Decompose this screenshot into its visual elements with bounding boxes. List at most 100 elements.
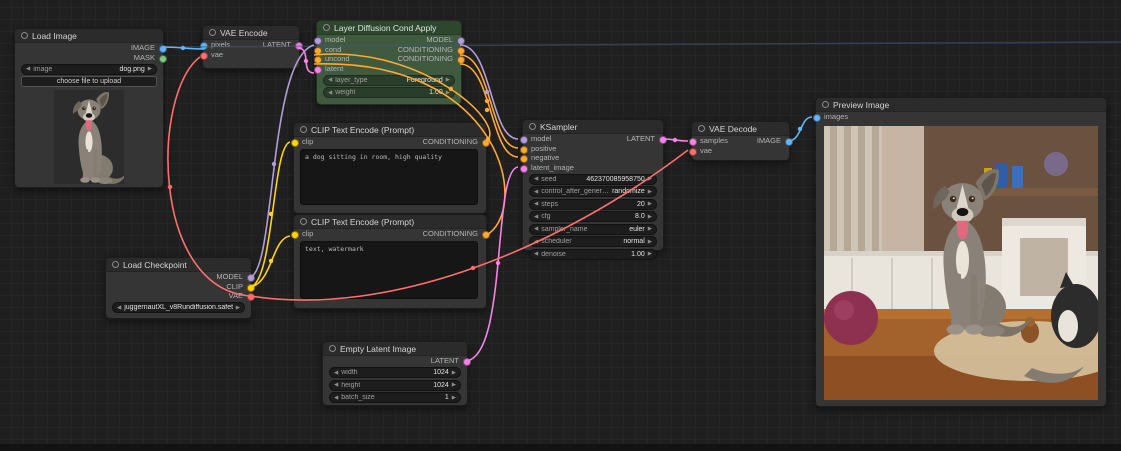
node-clip-text-encode-negative[interactable]: CLIP Text Encode (Prompt) clip CONDITION… (293, 214, 487, 309)
next-arrow-icon[interactable]: ▶ (648, 176, 652, 182)
prev-arrow-icon[interactable]: ◀ (334, 382, 338, 388)
node-load-image-header[interactable]: Load Image (15, 29, 163, 43)
sampler-name-widget[interactable]: ◀ sampler_name euler ▶ (529, 224, 657, 235)
collapse-dot-icon[interactable] (112, 261, 119, 268)
steps-widget[interactable]: ◀ steps 20 ▶ (529, 199, 657, 210)
slot-row: vae (692, 146, 789, 156)
node-clip-positive-header[interactable]: CLIP Text Encode (Prompt) (294, 123, 486, 137)
next-arrow-icon[interactable]: ▶ (648, 251, 652, 257)
node-vae-encode-header[interactable]: VAE Encode (203, 26, 299, 40)
next-arrow-icon[interactable]: ▶ (148, 66, 152, 72)
mask-output-dot[interactable] (159, 55, 167, 63)
slot-row: cond CONDITIONING (317, 45, 461, 55)
next-arrow-icon[interactable]: ▶ (648, 239, 652, 245)
loaded-image-thumbnail (54, 90, 124, 184)
next-arrow-icon[interactable]: ▶ (452, 382, 456, 388)
conditioning-output-dot[interactable] (482, 139, 490, 147)
node-ksampler-header[interactable]: KSampler (523, 120, 663, 134)
collapse-dot-icon[interactable] (529, 123, 536, 130)
latent-image-input-dot[interactable] (520, 165, 528, 173)
prev-arrow-icon[interactable]: ◀ (534, 251, 538, 257)
node-layer-diffusion-cond-apply[interactable]: Layer Diffusion Cond Apply model MODEL c… (316, 20, 462, 105)
vae-input-dot[interactable] (689, 148, 697, 156)
link-vaedecode-to-preview (788, 117, 812, 141)
weight-widget[interactable]: ◀ weight 1.00 ▶ (323, 87, 455, 98)
control-after-generate-widget[interactable]: ◀ control_after_generate randomize ▶ (529, 186, 657, 197)
collapse-dot-icon[interactable] (21, 32, 28, 39)
node-title: Layer Diffusion Cond Apply (334, 23, 436, 33)
slot-row: model MODEL (317, 35, 461, 45)
prev-arrow-icon[interactable]: ◀ (334, 395, 338, 401)
node-load-image[interactable]: Load Image IMAGE MASK ◀ image dog.png ▶ … (14, 28, 164, 188)
latent-output-dot[interactable] (463, 358, 471, 366)
prev-arrow-icon[interactable]: ◀ (328, 90, 332, 96)
node-ksampler[interactable]: KSampler model LATENT positive negative … (522, 119, 664, 251)
conditioning-output-dot[interactable] (482, 231, 490, 239)
next-arrow-icon[interactable]: ▶ (648, 226, 652, 232)
denoise-widget[interactable]: ◀ denoise 1.00 ▶ (529, 249, 657, 260)
next-arrow-icon[interactable]: ▶ (452, 395, 456, 401)
prev-arrow-icon[interactable]: ◀ (534, 226, 538, 232)
link-clip-to-positive (250, 142, 290, 287)
choose-file-button[interactable]: choose file to upload (21, 76, 157, 87)
node-preview-image-header[interactable]: Preview Image (816, 98, 1106, 112)
vae-output-dot[interactable] (247, 293, 255, 301)
seed-widget[interactable]: ◀ seed 462370085958750 ▶ (529, 174, 657, 185)
width-widget[interactable]: ◀ width 1024 ▶ (329, 367, 461, 378)
node-layer-diffusion-header[interactable]: Layer Diffusion Cond Apply (317, 21, 461, 35)
positive-prompt-input[interactable]: a dog sitting in room, high quality (300, 149, 478, 205)
next-arrow-icon[interactable]: ▶ (452, 370, 456, 376)
vae-input-dot[interactable] (200, 52, 208, 60)
scheduler-widget[interactable]: ◀ scheduler normal ▶ (529, 236, 657, 247)
node-clip-text-encode-positive[interactable]: CLIP Text Encode (Prompt) clip CONDITION… (293, 122, 487, 214)
collapse-dot-icon[interactable] (822, 101, 829, 108)
slot-row: latent (317, 64, 461, 74)
node-vae-decode[interactable]: VAE Decode samples IMAGE vae (691, 121, 790, 161)
node-load-checkpoint[interactable]: Load Checkpoint MODEL CLIP VAE ◀ juggern… (105, 257, 252, 319)
height-widget[interactable]: ◀ height 1024 ▶ (329, 380, 461, 391)
node-vae-decode-header[interactable]: VAE Decode (692, 122, 789, 136)
node-clip-negative-header[interactable]: CLIP Text Encode (Prompt) (294, 215, 486, 229)
next-arrow-icon[interactable]: ▶ (236, 305, 240, 311)
layer-type-widget[interactable]: ◀ layer_type Foreground ▶ (323, 75, 455, 86)
ckpt-name-widget[interactable]: ◀ juggernautXL_v8Rundiffusion.safetensor… (112, 302, 245, 313)
prev-arrow-icon[interactable]: ◀ (534, 176, 538, 182)
collapse-dot-icon[interactable] (209, 29, 216, 36)
output-slot-mask: MASK (15, 53, 163, 63)
collapse-dot-icon[interactable] (698, 125, 705, 132)
next-arrow-icon[interactable]: ▶ (648, 201, 652, 207)
negative-prompt-input[interactable]: text, watermark (300, 241, 478, 299)
images-input-dot[interactable] (813, 114, 821, 122)
node-empty-latent-image[interactable]: Empty Latent Image LATENT ◀ width 1024 ▶… (322, 341, 468, 406)
prev-arrow-icon[interactable]: ◀ (328, 77, 332, 83)
clip-input-dot[interactable] (291, 231, 299, 239)
node-load-checkpoint-header[interactable]: Load Checkpoint (106, 258, 251, 272)
collapse-dot-icon[interactable] (329, 345, 336, 352)
link-image-offscreen (162, 42, 1121, 47)
node-vae-encode[interactable]: VAE Encode pixels LATENT vae (202, 25, 300, 69)
clip-input-dot[interactable] (291, 139, 299, 147)
node-preview-image[interactable]: Preview Image images (815, 97, 1107, 407)
prev-arrow-icon[interactable]: ◀ (117, 305, 121, 311)
slot-row: samples IMAGE (692, 136, 789, 146)
prev-arrow-icon[interactable]: ◀ (534, 189, 538, 195)
next-arrow-icon[interactable]: ▶ (446, 77, 450, 83)
next-arrow-icon[interactable]: ▶ (648, 214, 652, 220)
collapse-dot-icon[interactable] (300, 218, 307, 225)
output-slot-clip: CLIP (106, 282, 251, 292)
prev-arrow-icon[interactable]: ◀ (334, 370, 338, 376)
prev-arrow-icon[interactable]: ◀ (534, 201, 538, 207)
prev-arrow-icon[interactable]: ◀ (534, 214, 538, 220)
prev-arrow-icon[interactable]: ◀ (534, 239, 538, 245)
output-slot-model: MODEL (106, 272, 251, 282)
batch-size-widget[interactable]: ◀ batch_size 1 ▶ (329, 392, 461, 403)
latent-input-dot[interactable] (314, 66, 322, 74)
cfg-widget[interactable]: ◀ cfg 8.0 ▶ (529, 211, 657, 222)
collapse-dot-icon[interactable] (300, 126, 307, 133)
image-combo-widget[interactable]: ◀ image dog.png ▶ (21, 64, 157, 75)
prev-arrow-icon[interactable]: ◀ (26, 66, 30, 72)
node-empty-latent-header[interactable]: Empty Latent Image (323, 342, 467, 356)
next-arrow-icon[interactable]: ▶ (648, 189, 652, 195)
collapse-dot-icon[interactable] (323, 24, 330, 31)
next-arrow-icon[interactable]: ▶ (446, 90, 450, 96)
